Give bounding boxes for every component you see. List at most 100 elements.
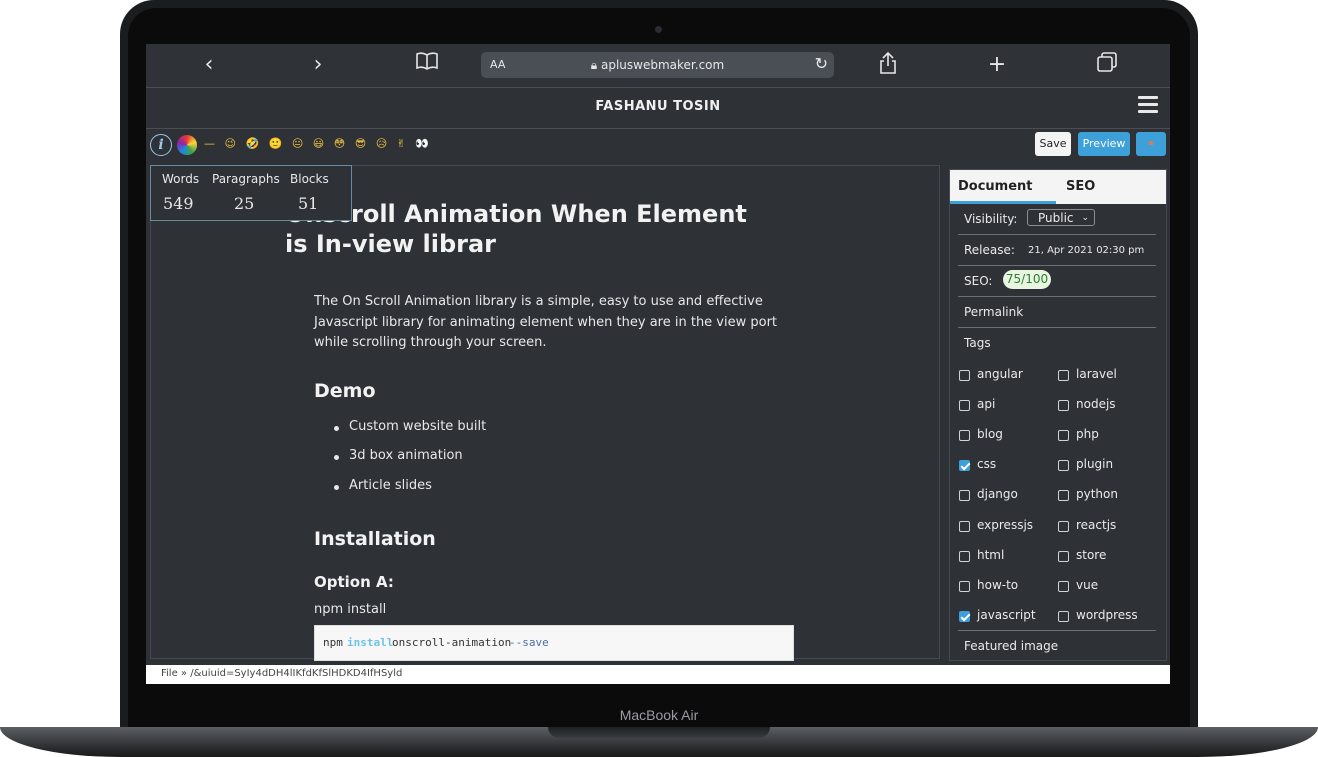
demo-heading[interactable]: Demo bbox=[314, 380, 376, 402]
code-cmd: npm bbox=[323, 636, 343, 649]
release-label: Release: bbox=[964, 243, 1015, 257]
tags-label: Tags bbox=[964, 336, 991, 350]
tag-label[interactable]: store bbox=[1076, 548, 1106, 562]
tag-label[interactable]: css bbox=[977, 457, 996, 471]
color-picker-icon[interactable] bbox=[177, 135, 197, 155]
code-keyword: install bbox=[347, 636, 394, 649]
tag-label[interactable]: blog bbox=[977, 427, 1003, 441]
tag-label[interactable]: api bbox=[977, 397, 995, 411]
link-icon[interactable]: ⚭ bbox=[1136, 132, 1166, 156]
tag-label[interactable]: how-to bbox=[977, 578, 1018, 592]
code-block[interactable]: npm install onscroll-animation --save bbox=[314, 625, 794, 661]
file-path: File » /&uiuid=SyIy4dDH4lIKfdKfSlHDKD4If… bbox=[161, 668, 403, 679]
forward-icon[interactable]: › bbox=[305, 52, 331, 78]
tag-checkbox-javascript[interactable] bbox=[959, 610, 970, 622]
bookmarks-icon[interactable] bbox=[414, 52, 440, 78]
chevron-down-icon: ⌄ bbox=[1081, 213, 1089, 223]
divider bbox=[958, 296, 1156, 297]
screen: ‹ › AA 🔒︎ apluswebmaker.com ↻ + FASHANU … bbox=[146, 44, 1170, 684]
browser-toolbar: ‹ › AA 🔒︎ apluswebmaker.com ↻ + bbox=[146, 44, 1170, 88]
list-item[interactable]: Article slides bbox=[334, 478, 432, 493]
tag-checkbox-store[interactable] bbox=[1058, 550, 1069, 562]
tag-label[interactable]: python bbox=[1076, 487, 1118, 501]
tag-checkbox-wordpress[interactable] bbox=[1058, 610, 1069, 622]
lock-icon: 🔒︎ bbox=[590, 58, 601, 72]
title-line-2: is In-view librar bbox=[285, 230, 497, 258]
tag-checkbox-django[interactable] bbox=[959, 490, 970, 502]
release-date[interactable]: 21, Apr 2021 02:30 pm bbox=[1028, 245, 1144, 256]
permalink-link[interactable]: Permalink bbox=[964, 305, 1023, 319]
info-icon[interactable]: i bbox=[150, 134, 172, 156]
tag-label[interactable]: php bbox=[1076, 427, 1099, 441]
seo-label: SEO: bbox=[964, 274, 993, 288]
list-item[interactable]: Custom website built bbox=[333, 419, 486, 434]
tag-checkbox-angular[interactable] bbox=[959, 370, 970, 381]
seo-score-badge: 75/100 bbox=[1003, 270, 1051, 289]
tag-checkbox-html[interactable] bbox=[959, 550, 970, 562]
address-bar[interactable]: AA 🔒︎ apluswebmaker.com ↻ bbox=[481, 52, 834, 78]
menu-icon[interactable] bbox=[1138, 96, 1158, 114]
share-icon[interactable] bbox=[875, 51, 901, 78]
device-label: MacBook Air bbox=[619, 707, 699, 723]
tag-label[interactable]: wordpress bbox=[1076, 608, 1138, 622]
featured-image-label[interactable]: Featured image bbox=[964, 639, 1058, 653]
tag-checkbox-laravel[interactable] bbox=[1058, 370, 1069, 381]
tab-document[interactable]: Document bbox=[958, 179, 1033, 194]
tag-label[interactable]: expressjs bbox=[977, 518, 1033, 532]
tag-checkbox-api[interactable] bbox=[959, 400, 970, 412]
tag-label[interactable]: vue bbox=[1076, 578, 1098, 592]
active-tab-indicator bbox=[950, 201, 1056, 204]
site-title: FASHANU TOSIN bbox=[595, 99, 721, 114]
new-tab-icon[interactable]: + bbox=[984, 52, 1010, 78]
blocks-label: Blocks bbox=[290, 172, 329, 186]
divider bbox=[958, 265, 1156, 266]
tag-checkbox-css[interactable] bbox=[959, 460, 970, 472]
tag-checkbox-reactjs[interactable] bbox=[1058, 520, 1069, 532]
visibility-value: Public bbox=[1038, 211, 1074, 225]
emoji-bar[interactable]: — 😉 🤣 🙂 😐 😃 😳 😎 😥 ✌ 👀 bbox=[204, 137, 432, 150]
camera bbox=[655, 26, 662, 33]
tab-seo[interactable]: SEO bbox=[1066, 179, 1095, 194]
tag-checkbox-php[interactable] bbox=[1058, 430, 1069, 442]
reload-icon[interactable]: ↻ bbox=[815, 54, 828, 73]
code-flag: --save bbox=[509, 636, 549, 649]
laptop-notch bbox=[548, 727, 770, 738]
tag-label[interactable]: javascript bbox=[977, 608, 1036, 622]
save-button[interactable]: Save bbox=[1035, 132, 1071, 156]
tag-checkbox-expressjs[interactable] bbox=[959, 520, 970, 532]
tag-checkbox-how-to[interactable] bbox=[959, 580, 970, 592]
tag-label[interactable]: laravel bbox=[1076, 367, 1117, 381]
sidebar-tabs: Document SEO bbox=[950, 170, 1166, 204]
npm-install-text[interactable]: npm install bbox=[314, 602, 386, 617]
tag-label[interactable]: django bbox=[977, 487, 1018, 501]
option-a-heading[interactable]: Option A: bbox=[314, 573, 394, 591]
preview-button[interactable]: Preview bbox=[1078, 132, 1130, 156]
tag-checkbox-blog[interactable] bbox=[959, 430, 970, 442]
tag-label[interactable]: angular bbox=[977, 367, 1023, 381]
tag-checkbox-python[interactable] bbox=[1058, 490, 1069, 502]
words-label: Words bbox=[162, 172, 200, 186]
document-title[interactable]: Onscroll Animation When Element is In-vi… bbox=[285, 199, 805, 259]
tag-label[interactable]: plugin bbox=[1076, 457, 1113, 471]
visibility-select[interactable]: Public ⌄ bbox=[1027, 209, 1095, 226]
tabs-icon[interactable] bbox=[1094, 52, 1120, 78]
paragraphs-label: Paragraphs bbox=[212, 172, 280, 186]
blocks-count: 51 bbox=[298, 194, 319, 213]
tag-label[interactable]: nodejs bbox=[1076, 397, 1116, 411]
url-host: 🔒︎ apluswebmaker.com bbox=[481, 58, 834, 73]
divider bbox=[958, 630, 1156, 631]
tag-checkbox-plugin[interactable] bbox=[1058, 460, 1069, 472]
tag-label[interactable]: html bbox=[977, 548, 1004, 562]
tag-label[interactable]: reactjs bbox=[1076, 518, 1116, 532]
installation-heading[interactable]: Installation bbox=[314, 528, 436, 550]
tag-checkbox-vue[interactable] bbox=[1058, 580, 1069, 592]
status-bar: File » /&uiuid=SyIy4dDH4lIKfdKfSlHDKD4If… bbox=[146, 665, 1170, 684]
tag-checkbox-nodejs[interactable] bbox=[1058, 400, 1069, 412]
stats-popup: Words Paragraphs Blocks 549 25 51 bbox=[150, 165, 352, 221]
words-count: 549 bbox=[163, 194, 194, 213]
document-sidebar: Document SEO Visibility: Public ⌄ Release… bbox=[949, 169, 1167, 661]
editor-toolbar: i — 😉 🤣 🙂 😐 😃 😳 😎 😥 ✌ 👀 Save Preview ⚭ bbox=[146, 129, 1170, 163]
list-item[interactable]: 3d box animation bbox=[334, 448, 463, 463]
intro-paragraph[interactable]: The On Scroll Animation library is a sim… bbox=[314, 292, 794, 354]
back-icon[interactable]: ‹ bbox=[196, 52, 222, 78]
